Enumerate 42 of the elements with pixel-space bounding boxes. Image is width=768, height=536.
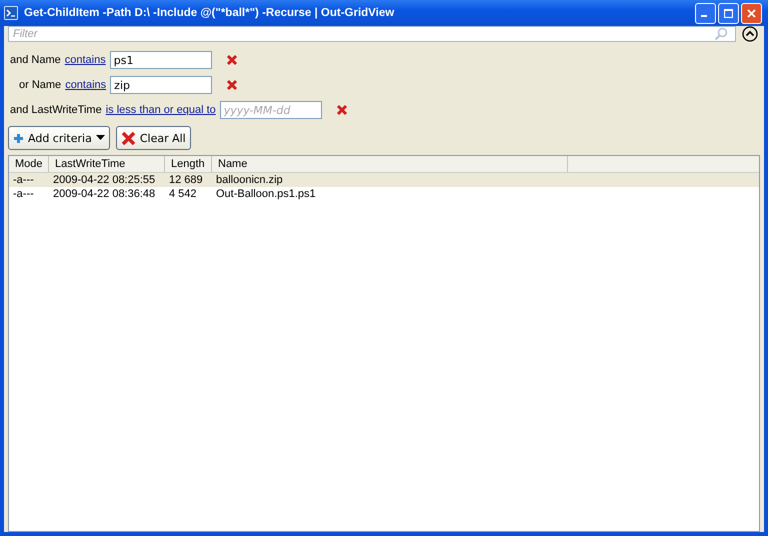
remove-icon[interactable] [226, 79, 238, 91]
remove-icon[interactable] [336, 104, 348, 116]
table-cell-text: 12 689 [168, 173, 204, 187]
table-row[interactable]: -a--- 2009-04-22 08:25:55 12 689 balloonicn.zip [9, 173, 759, 187]
column-header[interactable]: LastWriteTime [49, 156, 165, 172]
close-button[interactable] [741, 2, 762, 24]
column-header[interactable]: Length [165, 156, 212, 172]
minimize-button[interactable] [695, 2, 716, 24]
add-criteria-button[interactable]: Add criteria [8, 126, 110, 150]
table-cell-text: 2009-04-22 08:25:55 [52, 173, 156, 187]
window-title: Get-ChildItem -Path D:\ -Include @("*ball*") -Recurse | Out-GridView [24, 7, 396, 19]
criterion-label: or Name [19, 79, 62, 91]
criterion-field[interactable]: zip [110, 76, 212, 94]
table-row[interactable]: -a--- 2009-04-22 08:36:48 4 542 Out-Balloon.ps1.ps1 [9, 187, 759, 201]
criterion-label: and Name [10, 54, 61, 66]
cross-icon [120, 130, 136, 146]
date-field[interactable]: yyyy-MM-dd [220, 101, 322, 119]
table-cell-text: balloonicn.zip [215, 173, 284, 187]
operator-link[interactable]: is less than or equal to [106, 104, 216, 116]
terminal-icon [4, 6, 18, 20]
table-cell-text: -a--- [12, 187, 35, 201]
criterion-label: and LastWriteTime [10, 104, 102, 116]
caret-icon [96, 135, 105, 141]
search-icon [714, 27, 728, 41]
minimize-icon [701, 15, 707, 17]
table-cell-text: Out-Balloon.ps1.ps1 [215, 187, 317, 201]
table-cell-text: -a--- [12, 173, 35, 187]
table-cell-text: 2009-04-22 08:36:48 [52, 187, 156, 201]
maximize-icon [724, 8, 733, 18]
operator-link[interactable]: contains [64, 54, 106, 66]
column-header[interactable]: Mode [9, 156, 49, 172]
maximize-button[interactable] [718, 2, 739, 24]
operator-link[interactable]: contains [65, 79, 106, 91]
clear-all-button[interactable]: Clear All [116, 126, 191, 150]
column-header[interactable]: Name [212, 156, 568, 172]
filter-field[interactable]: Filter [8, 26, 736, 42]
plus-icon [13, 132, 24, 144]
table-cell-text: 4 542 [168, 187, 198, 201]
collapse-button[interactable] [742, 26, 758, 42]
remove-icon[interactable] [226, 54, 238, 66]
close-icon [747, 8, 756, 18]
criterion-field[interactable]: ps1 [110, 51, 212, 69]
